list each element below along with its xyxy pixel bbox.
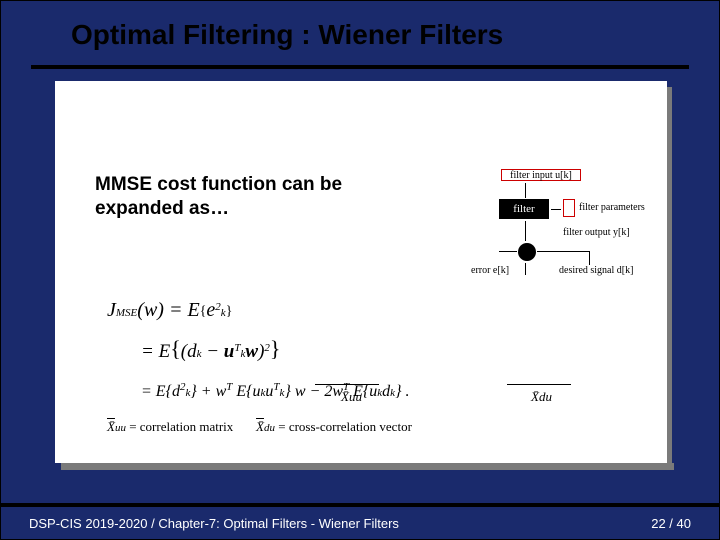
u-sup: T [234, 342, 240, 354]
t3-close: } . [395, 383, 409, 400]
t3b: d [382, 383, 390, 400]
title-rule [31, 65, 689, 69]
arrow-line [537, 251, 589, 252]
formula-line-1: JMSE(w) = E{e2k} [107, 291, 409, 329]
formula-line-2: = E{(dk − uTkw)2} [141, 329, 409, 371]
underbrace-icon [315, 381, 379, 385]
footnote-definitions: X̄uu = correlation matrix X̄du = cross-c… [107, 419, 412, 435]
block-diagram: filter input u[k] filter filter paramete… [401, 169, 645, 289]
footer-left: DSP-CIS 2019-2020 / Chapter-7: Optimal F… [29, 516, 399, 531]
title-area: Optimal Filtering : Wiener Filters [1, 1, 719, 59]
lead-text: MMSE cost function can be expanded as… [95, 173, 385, 222]
xdu-def: = cross-correlation vector [275, 419, 412, 434]
d-symbol: d [187, 341, 197, 362]
summing-node-icon [518, 243, 536, 261]
xuu-def: = correlation matrix [126, 419, 233, 434]
slide-frame: Optimal Filtering : Wiener Filters MMSE … [0, 0, 720, 540]
filter-params-label: filter parameters [579, 202, 645, 213]
arrow-line [589, 251, 590, 265]
J-arg: (w) [137, 299, 164, 321]
J-symbol: J [107, 299, 116, 321]
filter-params-box [563, 199, 575, 217]
eq: = E [164, 299, 200, 321]
arrow-line [525, 221, 526, 241]
xdu-label: X̄du [531, 389, 552, 405]
arrow-line [499, 251, 517, 252]
plus1: + w [197, 383, 226, 400]
formula-block: JMSE(w) = E{e2k} = E{(dk − uTkw)2} = E{d… [107, 291, 409, 407]
eq3: = [141, 383, 156, 400]
eq2: = E [141, 341, 170, 362]
t1-sup: 2 [180, 381, 186, 393]
filter-block: filter [499, 199, 549, 219]
t1: E{d [156, 383, 180, 400]
desired-label: desired signal d[k] [559, 265, 633, 276]
e-symbol: e [206, 299, 215, 321]
slide-title: Optimal Filtering : Wiener Filters [71, 19, 679, 51]
xdu-sym: X̄ [256, 419, 264, 434]
wT: T [226, 381, 232, 393]
arrow-line [525, 183, 526, 198]
slide-footer: DSP-CIS 2019-2020 / Chapter-7: Optimal F… [1, 503, 719, 539]
w-symbol: w [245, 341, 258, 362]
error-label: error e[k] [471, 265, 509, 276]
t2: E{u [232, 383, 260, 400]
filter-output-label: filter output y[k] [563, 227, 630, 238]
minus: − [201, 341, 223, 362]
xuu-label: X̄uu [341, 389, 362, 405]
J-subscript: MSE [116, 307, 137, 319]
card-shadow-bottom [61, 463, 674, 470]
xdu-sub: du [264, 422, 275, 434]
xuu-sym: X̄ [107, 419, 115, 434]
xuu-sub: uu [115, 422, 126, 434]
minus2: − 2w [306, 383, 343, 400]
arrow-line [551, 209, 561, 210]
filter-input-label: filter input u[k] [501, 169, 581, 181]
arrow-line [525, 263, 526, 275]
e-sup: 2 [215, 301, 221, 313]
footer-page-number: 22 / 40 [651, 516, 691, 531]
t2-close: } w [284, 383, 305, 400]
u-symbol: u [224, 341, 235, 362]
t2b-sup: T [273, 381, 279, 393]
underbrace-icon [507, 381, 571, 385]
content-card: MMSE cost function can be expanded as… f… [55, 81, 667, 463]
